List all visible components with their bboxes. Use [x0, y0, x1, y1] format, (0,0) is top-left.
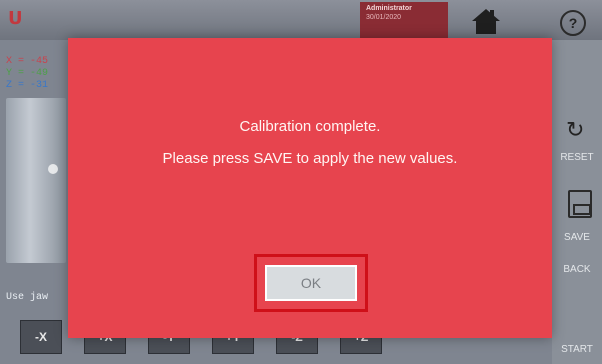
z-readout: Z = -31 — [6, 80, 49, 91]
jog-minus-x-button[interactable]: -X — [20, 320, 62, 354]
current-date: 30/01/2020 — [366, 14, 402, 21]
save-button-label[interactable]: SAVE — [552, 232, 602, 243]
reset-button-label[interactable]: RESET — [552, 152, 602, 163]
axis-readout: X = -45 Y = -49 Z = -31 — [6, 56, 48, 92]
top-bar: U Administrator 30/01/2020 ? — [0, 0, 602, 40]
save-icon[interactable] — [568, 190, 592, 218]
help-button[interactable]: ? — [560, 10, 586, 36]
machine-preview-image — [6, 98, 66, 263]
hint-text: Use jaw — [6, 292, 49, 303]
ok-highlight-frame: OK — [254, 254, 368, 312]
x-readout: X = -45 — [6, 56, 49, 67]
home-icon — [472, 9, 500, 34]
user-info: Administrator 30/01/2020 — [360, 2, 448, 38]
start-button-label[interactable]: START — [552, 344, 602, 355]
home-button[interactable] — [458, 6, 514, 36]
y-readout: Y = -49 — [6, 68, 49, 79]
back-button-label[interactable]: BACK — [552, 264, 602, 275]
ok-button[interactable]: OK — [265, 265, 357, 301]
brand-logo: U — [8, 8, 23, 29]
calibration-dialog: Calibration complete. Please press SAVE … — [68, 38, 552, 338]
preview-knob — [48, 164, 58, 174]
dialog-message-title: Calibration complete. — [239, 118, 381, 135]
reset-icon[interactable]: ↻ — [566, 118, 584, 143]
right-toolbar: ↻ RESET SAVE BACK START — [552, 40, 602, 364]
dialog-message-body: Please press SAVE to apply the new value… — [162, 150, 458, 167]
user-role: Administrator — [366, 5, 412, 12]
